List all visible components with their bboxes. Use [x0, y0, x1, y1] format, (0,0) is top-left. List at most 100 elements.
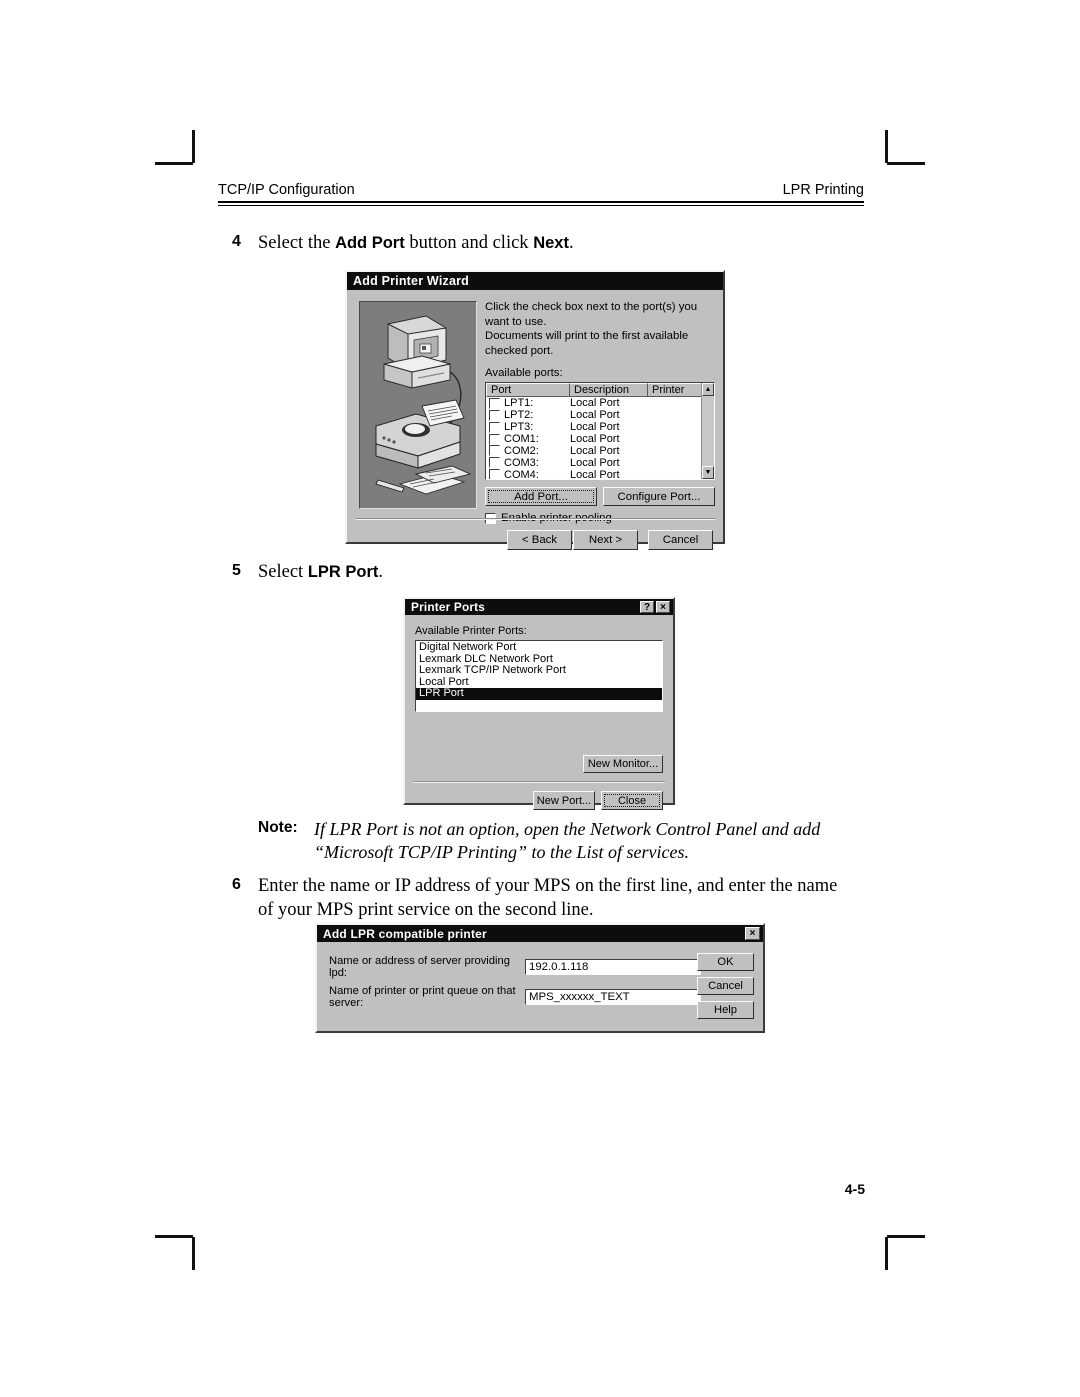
note-block: Note: If LPR Port is not an option, open… — [258, 818, 858, 865]
ok-button[interactable]: OK — [697, 953, 754, 971]
note-label: Note: — [258, 819, 298, 836]
port-name: COM3: — [504, 456, 539, 469]
ports-scrollbar[interactable]: ▲ ▼ — [701, 383, 714, 480]
table-row[interactable]: LPT2: Local Port — [486, 409, 714, 421]
step-5: 5 Select LPR Port. — [232, 561, 862, 585]
new-monitor-button-label: New Monitor... — [587, 758, 659, 770]
queue-row: Name of printer or print queue on that s… — [329, 985, 701, 1009]
table-row[interactable]: COM1: Local Port — [486, 433, 714, 445]
column-header-port[interactable]: Port — [486, 383, 570, 398]
crop-mark-top-right — [885, 130, 925, 165]
port-cell: LPT1: — [489, 397, 570, 409]
header-left-title: TCP/IP Configuration — [218, 182, 355, 198]
back-button[interactable]: < Back — [507, 530, 572, 550]
ports-rows: LPT1: Local Port LPT2: Local Port LPT3: Local… — [486, 397, 714, 480]
port-cell: COM3: — [489, 457, 570, 469]
port-checkbox[interactable] — [489, 469, 500, 480]
wizard-instruction-line-1: Click the check box next to the port(s) … — [485, 301, 698, 328]
port-checkbox[interactable] — [489, 421, 500, 433]
add-port-button[interactable]: Add Port... — [485, 487, 597, 507]
printer-ports-bottom-buttons: New Port... Close — [533, 791, 663, 810]
list-item[interactable]: LPR Port — [416, 688, 662, 700]
port-name: COM4: — [504, 468, 539, 481]
new-port-button-label: New Port... — [536, 794, 592, 807]
table-row[interactable]: COM3: Local Port — [486, 457, 714, 469]
step-4: 4 Select the Add Port button and click N… — [232, 232, 862, 256]
cancel-button[interactable]: Cancel — [697, 977, 754, 995]
step-6-number: 6 — [232, 876, 241, 893]
crop-mark-top-left — [155, 130, 195, 165]
port-description: Local Port — [570, 421, 620, 434]
server-label: Name or address of server providing lpd: — [329, 955, 510, 979]
list-item[interactable]: Digital Network Port — [416, 641, 662, 654]
new-monitor-button-row: New Monitor... — [583, 755, 663, 773]
port-name: LPT1: — [504, 397, 534, 410]
close-icon[interactable]: × — [745, 927, 760, 940]
available-printer-ports-list[interactable]: Digital Network Port Lexmark DLC Network … — [415, 640, 663, 712]
table-row[interactable]: LPT1: Local Port — [486, 397, 714, 409]
help-button-label: Help — [713, 1004, 737, 1016]
wizard-navigation-buttons: < Back Next > Cancel — [507, 530, 713, 550]
server-row: Name or address of server providing lpd:… — [329, 955, 701, 979]
available-printer-ports-label: Available Printer Ports: — [415, 625, 527, 637]
add-lpr-title: Add LPR compatible printer — [323, 926, 487, 941]
ok-button-label: OK — [717, 956, 734, 968]
step-6-text: Enter the name or IP address of your MPS… — [258, 876, 838, 920]
add-printer-wizard-dialog[interactable]: Add Printer Wizard Click the check box n… — [345, 270, 725, 550]
port-checkbox[interactable] — [489, 409, 500, 421]
port-checkbox[interactable] — [489, 445, 500, 457]
port-checkbox[interactable] — [489, 397, 500, 409]
wizard-title: Add Printer Wizard — [353, 274, 469, 288]
step-5-text: Select LPR Port. — [258, 562, 384, 582]
table-row[interactable]: COM2: Local Port — [486, 445, 714, 457]
queue-input[interactable]: MPS_xxxxxx_TEXT — [525, 989, 701, 1005]
page-running-header: TCP/IP Configuration LPR Printing — [218, 182, 864, 206]
printer-ports-dialog[interactable]: Printer Ports ? × Available Printer Port… — [403, 597, 675, 810]
scroll-down-arrow-icon[interactable]: ▼ — [702, 466, 714, 480]
close-icon[interactable]: × — [656, 600, 670, 614]
table-row[interactable]: COM4: Local Port — [486, 468, 714, 481]
new-port-button[interactable]: New Port... — [533, 791, 595, 810]
port-cell: COM1: — [489, 433, 570, 445]
close-button-label: Close — [617, 794, 647, 807]
port-description: Local Port — [570, 409, 620, 422]
printer-ports-separator — [413, 781, 665, 783]
back-button-label: < Back — [521, 534, 558, 546]
scroll-up-arrow-icon[interactable]: ▲ — [702, 383, 714, 397]
port-name: COM2: — [504, 444, 539, 457]
help-button[interactable]: Help — [697, 1001, 754, 1019]
note-line-2: “Microsoft TCP/IP Printing” to the List … — [314, 842, 690, 863]
available-ports-label: Available ports: — [485, 367, 563, 380]
port-name: COM1: — [504, 433, 539, 445]
printer-ports-title: Printer Ports — [411, 600, 486, 614]
cancel-button-label: Cancel — [708, 980, 743, 992]
next-button[interactable]: Next > — [573, 530, 638, 550]
header-rule-thin — [218, 204, 864, 206]
available-ports-list[interactable]: Port Description Printer LPT1: Local Port… — [485, 382, 715, 481]
port-description: Local Port — [570, 397, 620, 410]
crop-mark-bottom-right — [885, 1235, 925, 1270]
wizard-titlebar: Add Printer Wizard — [347, 272, 723, 290]
page-number: 4-5 — [845, 1181, 865, 1197]
queue-label: Name of printer or print queue on that s… — [329, 985, 516, 1009]
help-icon[interactable]: ? — [640, 600, 654, 614]
server-input[interactable]: 192.0.1.118 — [525, 959, 701, 975]
port-checkbox[interactable] — [489, 457, 500, 469]
add-lpr-titlebar-buttons: × — [745, 927, 763, 940]
port-checkbox[interactable] — [489, 433, 500, 445]
port-description: Local Port — [570, 456, 620, 469]
new-monitor-button[interactable]: New Monitor... — [583, 755, 663, 773]
header-rule-thick — [218, 201, 864, 203]
wizard-illustration — [359, 301, 477, 509]
add-port-button-label: Add Port... — [514, 490, 568, 503]
add-lpr-compatible-printer-dialog[interactable]: Add LPR compatible printer × Name or add… — [315, 923, 765, 1033]
table-row[interactable]: LPT3: Local Port — [486, 421, 714, 433]
step-4-text: Select the Add Port button and click Nex… — [258, 233, 574, 253]
page-number-value: 4-5 — [844, 1181, 865, 1197]
configure-port-button[interactable]: Configure Port... — [603, 487, 715, 507]
cancel-button[interactable]: Cancel — [648, 530, 713, 550]
column-header-description[interactable]: Description — [570, 383, 648, 398]
computer-printer-documents-illustration — [375, 315, 472, 495]
note-line-1: If LPR Port is not an option, open the N… — [314, 819, 821, 839]
close-button[interactable]: Close — [601, 791, 663, 810]
